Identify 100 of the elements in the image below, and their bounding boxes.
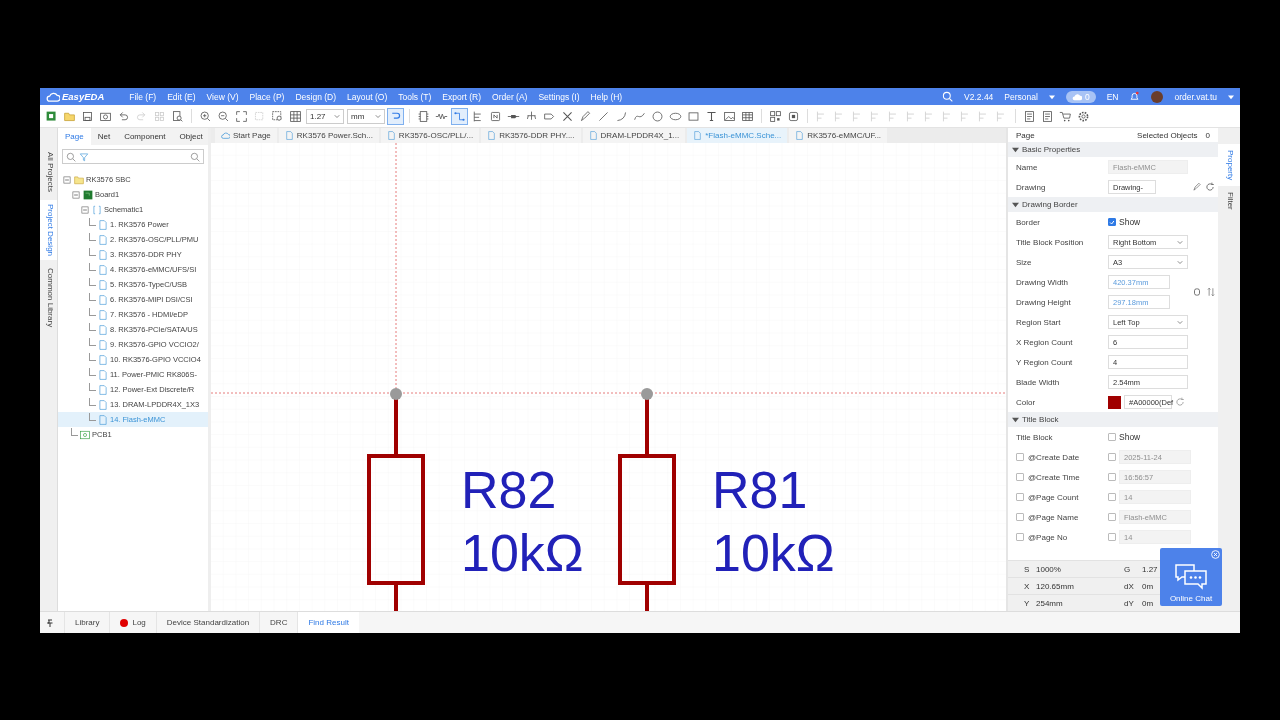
value-label[interactable]: 10kΩ: [712, 524, 835, 582]
bottom-tab[interactable]: Find Result: [297, 612, 359, 633]
checkbox[interactable]: [1016, 473, 1024, 481]
collapse-icon[interactable]: [71, 189, 81, 200]
menu-item[interactable]: Export (R): [442, 91, 482, 102]
color-swatch[interactable]: [1108, 395, 1121, 409]
caret-icon: [1177, 259, 1183, 265]
wire-icon[interactable]: [452, 108, 467, 124]
caret-icon[interactable]: [1048, 93, 1055, 100]
menu-item[interactable]: Design (D): [295, 91, 337, 102]
fit-view-icon[interactable]: [234, 108, 249, 124]
document-tab[interactable]: RK3576-OSC/PLL/...: [380, 128, 480, 143]
app-logo[interactable]: EasyEDA: [62, 91, 105, 102]
side-tab[interactable]: Property: [1218, 144, 1240, 187]
refresh-icon[interactable]: [1205, 182, 1215, 192]
menu-item[interactable]: View (V): [206, 91, 239, 102]
zoom-out-icon[interactable]: [216, 108, 231, 124]
designator-label[interactable]: R81: [712, 461, 808, 519]
checkbox[interactable]: [1108, 493, 1116, 501]
property-label: Drawing: [1016, 182, 1046, 192]
menu-item[interactable]: Settings (I): [538, 91, 580, 102]
checkbox[interactable]: [1108, 533, 1116, 541]
checkbox[interactable]: [1108, 473, 1116, 481]
resistor-symbol[interactable]: [618, 388, 676, 611]
value-label[interactable]: 10kΩ: [461, 524, 584, 582]
property-label: @Create Date: [1028, 452, 1080, 462]
section-header[interactable]: Basic Properties: [1008, 142, 1218, 157]
chip-icon[interactable]: [416, 108, 431, 124]
close-icon[interactable]: [1211, 550, 1220, 559]
section-header[interactable]: Drawing Border: [1008, 197, 1218, 212]
rotate-icon[interactable]: [1192, 287, 1202, 297]
collapse-icon[interactable]: [62, 174, 72, 185]
grid-icon[interactable]: [288, 108, 303, 124]
pcb-icon: [80, 429, 90, 440]
designator-label[interactable]: R82: [461, 461, 557, 519]
resistor-symbol[interactable]: [367, 388, 425, 611]
swap-icon[interactable]: [1206, 287, 1216, 297]
checkbox[interactable]: [1108, 433, 1116, 441]
pin-icon[interactable]: [46, 618, 54, 627]
property-label: Color: [1016, 397, 1036, 407]
zoom-in-icon[interactable]: [198, 108, 213, 124]
pencil-icon[interactable]: [1192, 182, 1202, 192]
unit-dropdown[interactable]: mm: [347, 108, 385, 124]
plan-dropdown[interactable]: Personal: [1004, 91, 1038, 102]
checkbox[interactable]: [1016, 533, 1024, 541]
checkbox[interactable]: [1108, 218, 1116, 226]
menu-item[interactable]: Help (H): [590, 91, 623, 102]
checkbox[interactable]: [1016, 453, 1024, 461]
panel-tab[interactable]: Page: [58, 128, 91, 145]
find-icon[interactable]: [170, 108, 185, 124]
search-icon[interactable]: [190, 151, 200, 162]
menu-item[interactable]: Tools (T): [398, 91, 432, 102]
online-chat-button[interactable]: Online Chat: [1160, 548, 1222, 606]
search-icon[interactable]: [942, 91, 954, 102]
side-tab[interactable]: Filter: [1218, 186, 1240, 216]
filter-icon[interactable]: [79, 151, 89, 162]
collapse-icon[interactable]: [80, 204, 90, 215]
menu-item[interactable]: Place (P): [249, 91, 285, 102]
search-icon[interactable]: [66, 151, 76, 162]
search-field[interactable]: [62, 149, 204, 164]
document-tab[interactable]: RK3576-DDR PHY....: [481, 128, 581, 143]
circle-icon[interactable]: [650, 108, 665, 124]
document-tab[interactable]: RK3576-eMMC/UF...: [789, 128, 888, 143]
side-tab[interactable]: All Projects: [40, 148, 57, 196]
section-header[interactable]: Title Block: [1008, 412, 1218, 427]
panel-tab[interactable]: Net: [90, 128, 118, 145]
panel-tab[interactable]: Object: [172, 128, 208, 145]
checkbox[interactable]: [1016, 493, 1024, 501]
bottom-tab[interactable]: Library: [64, 612, 110, 633]
menu-item[interactable]: File (F): [129, 91, 157, 102]
language-button[interactable]: EN: [1106, 91, 1119, 102]
side-tab[interactable]: Common Library: [40, 264, 57, 332]
side-tab[interactable]: Project Design: [40, 200, 57, 261]
menu-item[interactable]: Edit (E): [167, 91, 196, 102]
page-icon: [98, 354, 108, 365]
checkbox[interactable]: [1108, 453, 1116, 461]
bell-icon[interactable]: [1129, 91, 1141, 102]
document-tab[interactable]: Start Page: [215, 128, 277, 143]
qr-icon[interactable]: [768, 108, 783, 124]
menu-item[interactable]: Layout (O): [347, 91, 388, 102]
panel-tab[interactable]: Component: [117, 128, 173, 145]
avatar[interactable]: [1151, 90, 1164, 103]
document-tab[interactable]: DRAM-LPDDR4X_1...: [582, 128, 686, 143]
document-tab[interactable]: RK3576 Power.Sch...: [278, 128, 379, 143]
document-icon[interactable]: [1040, 108, 1055, 124]
checkbox[interactable]: [1108, 513, 1116, 521]
pen-icon[interactable]: [578, 108, 593, 124]
refresh-icon[interactable]: [1175, 397, 1185, 407]
bottom-tab[interactable]: Log: [109, 612, 156, 633]
grid-dropdown[interactable]: 1.27: [306, 108, 344, 124]
user-menu[interactable]: order.vat.tu: [1174, 91, 1217, 102]
select-area-icon[interactable]: [270, 108, 285, 124]
caret-icon[interactable]: [1228, 93, 1234, 100]
bottom-tab[interactable]: Device Standardization: [155, 612, 260, 633]
wire-mode-icon[interactable]: [388, 108, 403, 124]
checkbox[interactable]: [1016, 513, 1024, 521]
document-icon[interactable]: [1022, 108, 1037, 124]
page-icon: [386, 131, 396, 140]
menu-item[interactable]: Order (A): [492, 91, 528, 102]
version-label: V2.2.44: [964, 91, 994, 102]
